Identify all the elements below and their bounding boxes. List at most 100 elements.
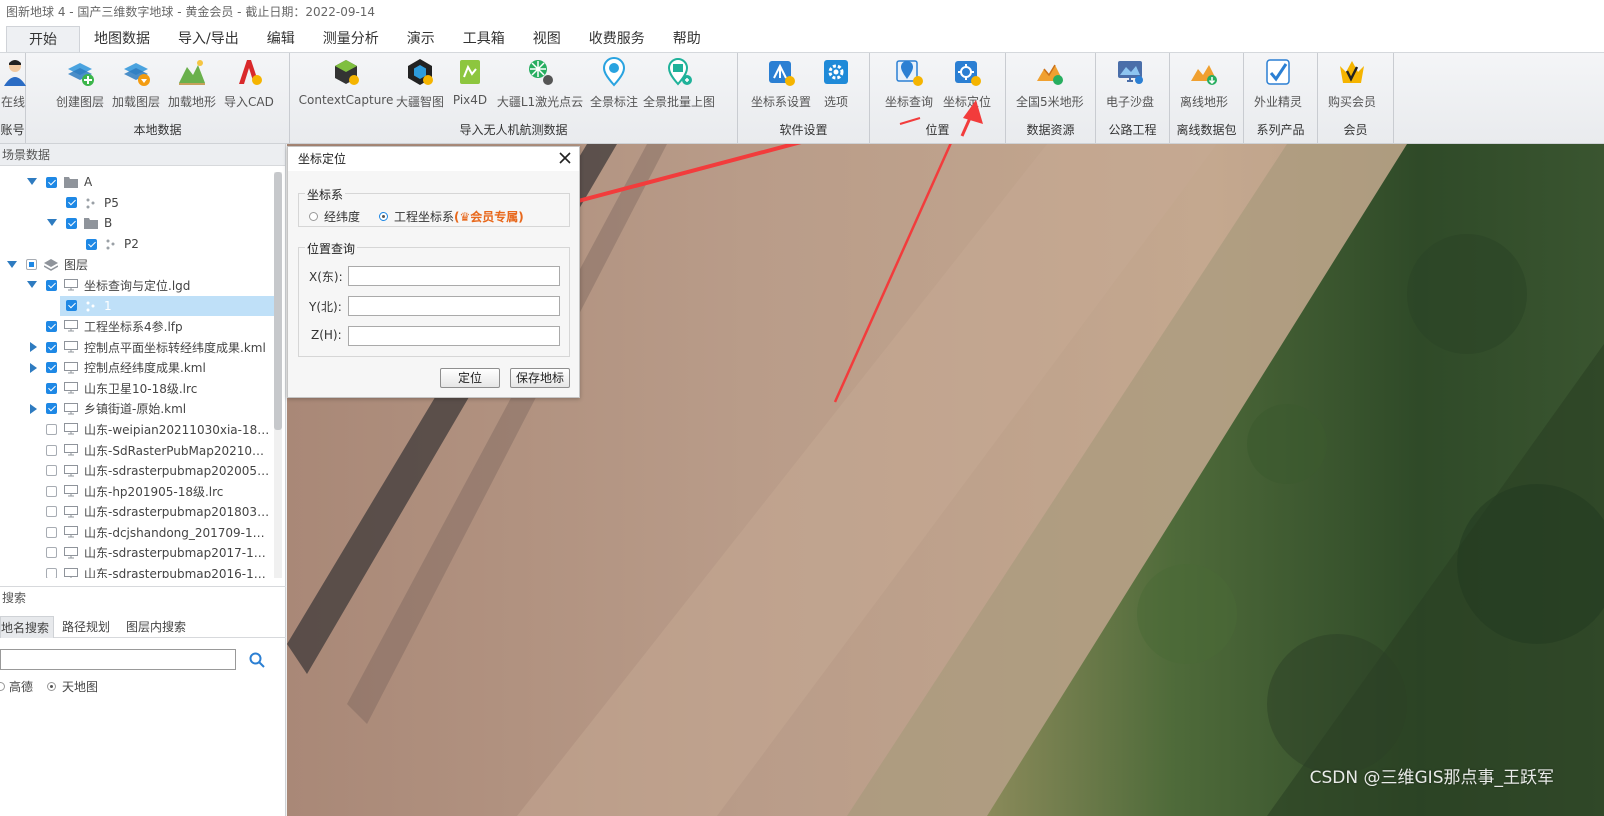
- tree-node-p2[interactable]: P2: [0, 234, 276, 255]
- tree-node-raster-6[interactable]: 山东-dcjshandong_201709-11-...: [0, 522, 276, 543]
- tree-node-satellite-lrc[interactable]: 山东卫星10-18级.lrc: [0, 378, 276, 399]
- tab-measure[interactable]: 测量分析: [309, 26, 393, 52]
- tab-paid-services[interactable]: 收费服务: [575, 26, 659, 52]
- z-height-input[interactable]: [348, 326, 560, 346]
- tree-node-raster-5[interactable]: 山东-sdrasterpubmap201803-...: [0, 502, 276, 523]
- create-layer-button[interactable]: 创建图层: [52, 53, 108, 119]
- tree-node-raster-7[interactable]: 山东-sdrasterpubmap2017-18...: [0, 543, 276, 564]
- tree-checkbox[interactable]: [66, 300, 77, 312]
- tree-checkbox[interactable]: [46, 362, 57, 374]
- expand-down-icon[interactable]: [6, 259, 18, 271]
- tab-map-data[interactable]: 地图数据: [80, 26, 164, 52]
- source-amap-radio[interactable]: 高德: [0, 678, 33, 695]
- search-tabs: 地名搜索 路径规划 图层内搜索: [0, 616, 286, 638]
- expand-right-icon[interactable]: [28, 362, 40, 374]
- tab-start[interactable]: 开始: [6, 26, 80, 52]
- tree-node-raster-3[interactable]: 山东-sdrasterpubmap202005-...: [0, 460, 276, 481]
- tree-checkbox[interactable]: [46, 465, 57, 477]
- crs-settings-button[interactable]: 坐标系设置: [748, 53, 814, 119]
- expand-down-icon[interactable]: [46, 217, 58, 229]
- pix4d-button[interactable]: Pix4D: [446, 53, 494, 119]
- tab-toolbox[interactable]: 工具箱: [449, 26, 519, 52]
- tree-checkbox[interactable]: [46, 485, 57, 497]
- locate-button[interactable]: 定位: [440, 368, 500, 388]
- tree-node-folder-a[interactable]: A: [0, 172, 276, 193]
- ribbon-group-account: 在线 账号: [0, 53, 26, 143]
- expand-down-icon[interactable]: [26, 176, 38, 188]
- source-tianditu-radio[interactable]: 天地图: [47, 678, 98, 695]
- tree-checkbox[interactable]: [46, 382, 57, 394]
- tab-layer-search[interactable]: 图层内搜索: [118, 616, 194, 638]
- tree-node-town-street-kml[interactable]: 乡镇街道-原始.kml: [0, 399, 276, 420]
- load-terrain-button[interactable]: 加载地形: [164, 53, 220, 119]
- tab-import-export[interactable]: 导入/导出: [164, 26, 253, 52]
- national-5m-terrain-button[interactable]: 全国5米地形: [1012, 53, 1088, 119]
- expand-right-icon[interactable]: [28, 403, 40, 415]
- expand-right-icon[interactable]: [28, 341, 40, 353]
- tree-checkbox[interactable]: [86, 238, 97, 250]
- tree-scroll-thumb[interactable]: [274, 172, 282, 430]
- tree-checkbox[interactable]: [46, 341, 57, 353]
- tree-checkbox[interactable]: [46, 279, 57, 291]
- coordinate-query-button[interactable]: 坐标查询: [880, 53, 938, 119]
- point-icon: [104, 238, 118, 250]
- tab-place-search[interactable]: 地名搜索: [0, 616, 55, 638]
- dji-terra-button[interactable]: 大疆智图: [394, 53, 446, 119]
- options-button[interactable]: 选项: [814, 53, 858, 119]
- panorama-mark-button[interactable]: 全景标注: [586, 53, 642, 119]
- offline-terrain-button[interactable]: 离线地形: [1176, 53, 1232, 119]
- tree-node-1[interactable]: 1: [60, 295, 276, 317]
- tree-checkbox[interactable]: [46, 526, 57, 538]
- tree-node-p5[interactable]: P5: [0, 193, 276, 214]
- tree-node-raster-4[interactable]: 山东-hp201905-18级.lrc: [0, 481, 276, 502]
- tree-scrollbar[interactable]: [274, 172, 282, 578]
- tree-checkbox[interactable]: [46, 320, 57, 332]
- dji-l1-pointcloud-button[interactable]: 大疆L1激光点云: [494, 53, 586, 119]
- tab-presentation[interactable]: 演示: [393, 26, 449, 52]
- folder-icon: [84, 217, 98, 230]
- search-input[interactable]: [0, 649, 236, 670]
- tab-help[interactable]: 帮助: [659, 26, 715, 52]
- panorama-batch-button[interactable]: 全景批量上图: [642, 53, 716, 119]
- tab-edit[interactable]: 编辑: [253, 26, 309, 52]
- crs-latlon-radio[interactable]: 经纬度: [309, 208, 360, 225]
- save-landmark-button[interactable]: 保存地标: [510, 368, 570, 388]
- monitor-icon: [64, 567, 78, 578]
- tree-node-lfp[interactable]: 工程坐标系4参.lfp: [0, 316, 276, 337]
- tree-checkbox[interactable]: [26, 259, 37, 271]
- tree-node-lgd[interactable]: 坐标查询与定位.lgd: [0, 275, 276, 296]
- tree-checkbox[interactable]: [46, 506, 57, 518]
- tree-node-kml-control-latlon[interactable]: 控制点经纬度成果.kml: [0, 357, 276, 378]
- tree-node-folder-b[interactable]: B: [0, 213, 276, 234]
- sand-table-button[interactable]: 电子沙盘: [1102, 53, 1158, 119]
- tree-checkbox[interactable]: [46, 568, 57, 578]
- contextcapture-button[interactable]: ContextCapture: [298, 53, 394, 119]
- tree-node-raster-1[interactable]: 山东-weipian20211030xia-18级...: [0, 419, 276, 440]
- tree-checkbox[interactable]: [46, 423, 57, 435]
- dji-terra-icon: [405, 57, 435, 87]
- tree-node-kml-control-plane[interactable]: 控制点平面坐标转经纬度成果.kml: [0, 337, 276, 358]
- expand-down-icon[interactable]: [26, 279, 38, 291]
- tree-checkbox[interactable]: [46, 444, 57, 456]
- coordinate-locate-button[interactable]: 坐标定位: [938, 53, 996, 119]
- tree-checkbox[interactable]: [46, 403, 57, 415]
- tree-checkbox[interactable]: [46, 176, 57, 188]
- monitor-icon: [64, 526, 78, 538]
- tree-checkbox[interactable]: [46, 547, 57, 559]
- field-sprite-button[interactable]: 外业精灵: [1250, 53, 1306, 119]
- load-layer-button[interactable]: 加载图层: [108, 53, 164, 119]
- close-icon[interactable]: [557, 150, 573, 166]
- tree-checkbox[interactable]: [66, 217, 77, 229]
- tab-route-planning[interactable]: 路径规划: [54, 616, 118, 638]
- tree-node-raster-8[interactable]: 山东-sdrasterpubmap2016-18...: [0, 563, 276, 578]
- y-north-input[interactable]: [348, 296, 560, 316]
- tree-node-raster-2[interactable]: 山东-SdRasterPubMap202104...: [0, 440, 276, 461]
- tab-view[interactable]: 视图: [519, 26, 575, 52]
- import-cad-button[interactable]: 导入CAD: [220, 53, 278, 119]
- crs-engineering-radio[interactable]: 工程坐标系 (♛会员专属): [379, 208, 524, 225]
- x-east-input[interactable]: [348, 266, 560, 286]
- tree-node-layers[interactable]: 图层: [0, 254, 276, 275]
- tree-checkbox[interactable]: [66, 197, 77, 209]
- search-icon[interactable]: [248, 651, 266, 669]
- buy-membership-button[interactable]: 购买会员: [1324, 53, 1380, 119]
